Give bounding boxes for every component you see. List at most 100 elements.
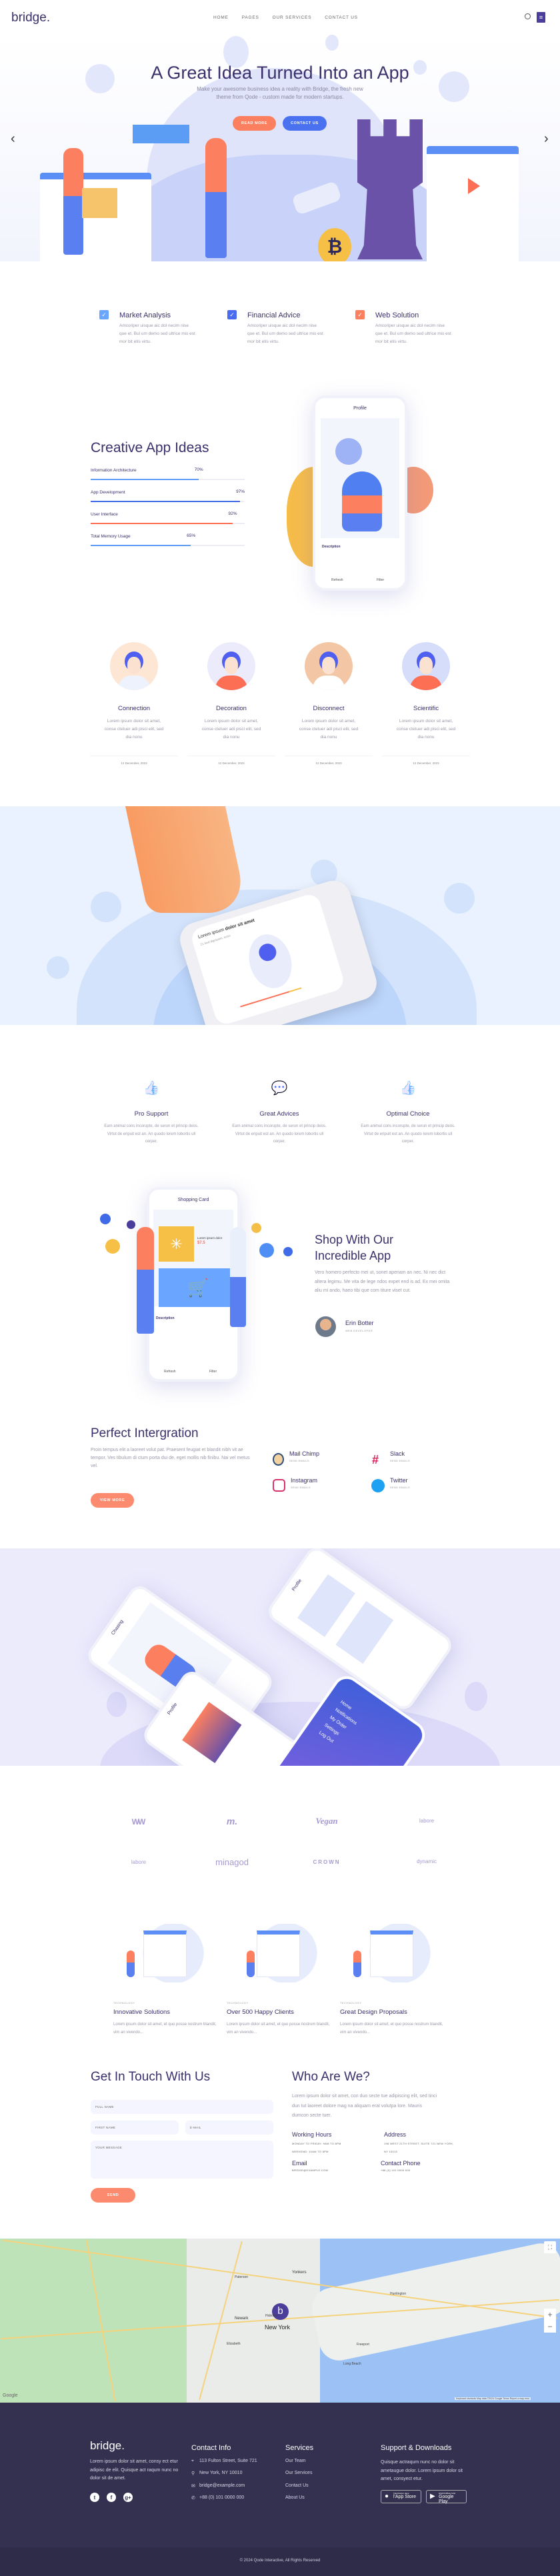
logo[interactable]: bridge. [11, 11, 50, 25]
client-logo[interactable]: dynamic [417, 1858, 437, 1864]
app-name[interactable]: Slack [390, 1450, 405, 1457]
phone-description: Description [322, 545, 341, 549]
blog-excerpt: Lorem ipsum dolor sit amet, et quo posse… [340, 2023, 443, 2035]
slider-next-arrow[interactable]: › [544, 131, 549, 147]
map-attribution[interactable]: Keyboard shortcuts Map data ©2024 Google… [455, 2397, 531, 2400]
person-illustration [137, 1227, 154, 1334]
google-play-badge[interactable]: ▶ DISPONIBLE SUR Google Play [426, 2490, 467, 2504]
read-more-button[interactable]: READ MORE [233, 116, 276, 131]
blog-category[interactable]: TECHNOLOGY [227, 2002, 249, 2005]
map-label: Freeport [357, 2343, 369, 2347]
feature-text: Amcoriper uisque aic dol necim nise que … [375, 323, 451, 344]
shop-text: Vero homero perfecto mei ut, sonet aperi… [315, 1270, 450, 1293]
app-store-badge[interactable]: ● Télécharger dans l'App Store [381, 2490, 421, 2503]
skill-progress-fill [91, 545, 191, 546]
app-name[interactable]: Mail Chimp [289, 1450, 319, 1457]
first-name-input[interactable]: FIRST NAME [91, 2121, 179, 2135]
nav-contact-us[interactable]: CONTACT US [325, 15, 358, 20]
blog-excerpt: Lorem ipsum dolor sit amet, et quo posse… [227, 2023, 330, 2035]
box-illustration [82, 188, 117, 218]
google-plus-icon[interactable]: g+ [123, 2493, 133, 2502]
hero-title: A Great Idea Turned Into an App [151, 63, 409, 83]
blog-image[interactable] [340, 1924, 440, 1983]
refresh-button[interactable]: Refresh [331, 578, 343, 582]
fullscreen-button[interactable]: ⛶ [544, 2241, 556, 2253]
section-title: Creative App Ideas [91, 440, 209, 455]
message-textarea[interactable]: YOUR MESSAGE [91, 2141, 273, 2179]
footer-link[interactable]: Our Services [285, 2471, 312, 2475]
client-logo[interactable]: CROWN [313, 1859, 340, 1865]
zoom-out-button[interactable]: − [544, 2321, 556, 2333]
nav-our-services[interactable]: OUR SERVICES [273, 15, 312, 20]
skill-progress-track [91, 479, 245, 480]
footer-link[interactable]: About Us [285, 2495, 305, 2500]
footer-logo[interactable]: bridge. [90, 2439, 125, 2453]
contact-us-button[interactable]: CONTACT US [283, 116, 327, 131]
nav-pages[interactable]: PAGES [242, 15, 259, 20]
client-logo[interactable]: minagod [215, 1857, 249, 1867]
slider-prev-arrow[interactable]: ‹ [11, 131, 15, 147]
check-icon: ✓ [355, 310, 365, 319]
blog-category[interactable]: TECHNOLOGY [113, 2002, 135, 2005]
app-name[interactable]: Twitter [390, 1477, 408, 1484]
skill-percent: 97% [236, 489, 245, 494]
info-text: 198 WEST 21TH STREET, SUITE 721 NEW YORK… [384, 2142, 454, 2153]
client-logo[interactable]: labore [131, 1859, 146, 1865]
blog-title[interactable]: Great Design Proposals [340, 2009, 407, 2016]
footer-link[interactable]: Contact Us [285, 2483, 309, 2488]
client-logo[interactable]: Vegan [315, 1816, 337, 1826]
blog-title[interactable]: Over 500 Happy Clients [227, 2009, 294, 2016]
blog-category[interactable]: TECHNOLOGY [340, 2002, 362, 2005]
nav-home[interactable]: HOME [213, 15, 229, 20]
search-icon[interactable] [525, 13, 531, 19]
map-label: Elizabeth [227, 2342, 241, 2346]
map-city-label: New York [265, 2324, 291, 2331]
chess-rook-illustration [357, 119, 423, 259]
hero-subtitle: Make your awesome business idea a realit… [0, 85, 560, 101]
filter-button[interactable]: Filter [377, 578, 384, 582]
twitter-icon[interactable]: t [90, 2493, 99, 2502]
full-name-input[interactable]: FULL NAME [91, 2100, 273, 2114]
footer-contact-item[interactable]: bridge@example.com [199, 2483, 245, 2488]
client-logo[interactable]: WW [132, 1817, 146, 1826]
team-date: 12 December, 2023 [315, 762, 342, 765]
client-logo[interactable]: labore [419, 1818, 434, 1824]
app-sub: SEND EMAILS [390, 1460, 410, 1462]
phone-title: Profile [353, 406, 367, 411]
zoom-in-button[interactable]: + [544, 2309, 556, 2321]
google-logo: Google [3, 2393, 18, 2398]
filter-button[interactable]: Filter [209, 1370, 217, 1374]
blog-image[interactable] [227, 1924, 327, 1983]
main-nav: HOME PAGES OUR SERVICES CONTACT US [207, 15, 365, 20]
blog-title[interactable]: Innovative Solutions [113, 2009, 170, 2016]
phone-icon: ✆ [191, 2496, 195, 2501]
client-logo[interactable]: m. [227, 1816, 237, 1826]
thumbs-up-icon: 👍 [399, 1081, 417, 1096]
map-label: Newark [235, 2317, 249, 2321]
facebook-icon[interactable]: f [107, 2493, 116, 2502]
section-title: Perfect Intergration [91, 1426, 199, 1440]
footer-link[interactable]: Our Team [285, 2459, 306, 2463]
watch-section: Lorem ipsum dolor sit amet 21 Sed dignis… [0, 806, 560, 1025]
blog-image[interactable] [113, 1924, 213, 1983]
phone-description: Description [156, 1316, 175, 1320]
team-text: Lorem ipsum dolor sit amet, conse ctetue… [299, 719, 359, 740]
team-text: Lorem ipsum dolor sit amet, conse ctetue… [201, 719, 261, 740]
email-input[interactable]: E-MAIL [185, 2121, 273, 2135]
feature-text: Amcoriper uisque aic dol necim nise que … [119, 323, 195, 344]
phone-title: Shopping Card [177, 1198, 209, 1202]
info-text[interactable]: BRIDGE@EXAMPLE.COM [292, 2169, 328, 2172]
team-name: Disconnect [313, 705, 345, 712]
hours-line: MONDAY TO FRIDAY: 9AM TO 8PM [292, 2142, 341, 2145]
send-button[interactable]: SEND [91, 2188, 135, 2203]
team-text: Lorem ipsum dolor sit amet, conse ctetue… [104, 719, 164, 740]
menu-icon[interactable]: ≡ [537, 12, 545, 23]
app-name[interactable]: Instagram [291, 1477, 317, 1484]
person-illustration [63, 148, 83, 255]
apple-icon: ● [385, 2493, 389, 2500]
team-text: Lorem ipsum dolor sit amet, conse ctetue… [396, 719, 456, 740]
view-more-button[interactable]: VIEW MORE [91, 1493, 134, 1508]
footer-heading: Contact Info [191, 2444, 231, 2452]
refresh-button[interactable]: Refresh [164, 1370, 176, 1374]
map[interactable]: b New York Newark Yonkers Paterson Hobok… [0, 2239, 560, 2403]
